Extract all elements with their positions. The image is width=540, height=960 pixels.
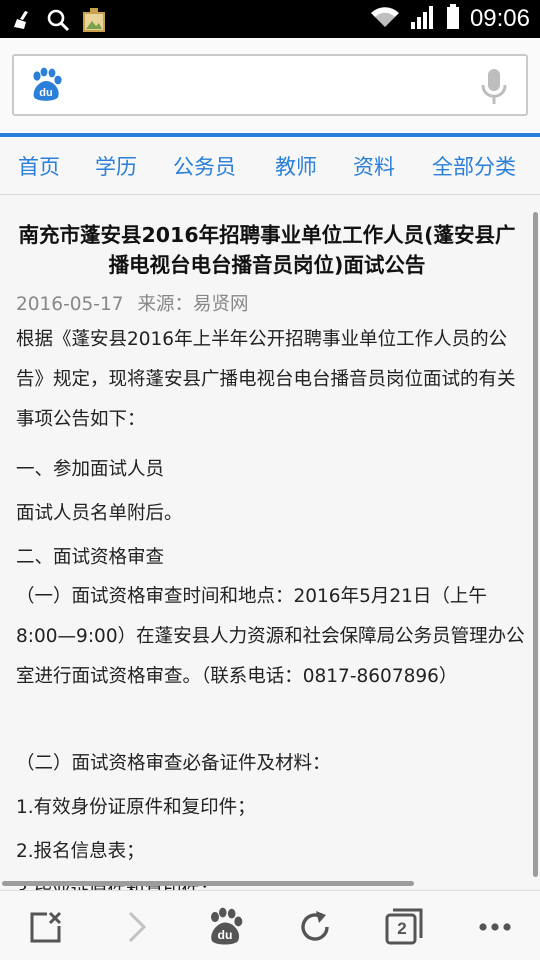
article-paragraph: 面试人员名单附后。 — [16, 503, 183, 524]
article-paragraph: （一）面试资格审查时间和地点：2016年5月21日（上午8:00—9:00）在蓬… — [16, 586, 525, 687]
nav-item-all-categories[interactable]: 全部分类 — [432, 151, 516, 181]
search-box[interactable]: du — [12, 54, 528, 116]
battery-icon — [446, 4, 460, 34]
close-tab-icon[interactable] — [24, 905, 68, 949]
nav-item-teacher[interactable]: 教师 — [275, 151, 317, 181]
baidu-logo-icon[interactable]: du — [28, 67, 64, 103]
forward-icon[interactable] — [115, 905, 159, 949]
article-paragraph: 一、参加面试人员 — [16, 459, 165, 480]
wifi-icon — [370, 5, 400, 33]
nav-item-civil-service[interactable]: 公务员 — [173, 151, 236, 181]
article-meta: 2016-05-17 来源：易贤网 — [16, 290, 249, 316]
refresh-icon[interactable] — [293, 905, 337, 949]
toolbar-logo-text: du — [218, 928, 233, 942]
article-date: 2016-05-17 — [16, 294, 124, 315]
tab-count: 2 — [397, 919, 407, 938]
bottom-toolbar: du 2 — [0, 890, 540, 960]
broom-icon — [12, 9, 34, 35]
baidu-paw-icon[interactable]: du — [203, 905, 247, 949]
tabs-icon[interactable]: 2 — [382, 905, 426, 949]
search-bar: du — [0, 38, 540, 134]
article-source: 来源：易贤网 — [137, 294, 249, 315]
vertical-scrollbar[interactable] — [533, 212, 538, 877]
clock: 09:06 — [469, 5, 530, 32]
microphone-icon[interactable] — [480, 68, 508, 106]
signal-icon — [410, 4, 436, 34]
article-paragraph: 2.报名信息表； — [16, 841, 145, 862]
more-icon[interactable] — [473, 905, 517, 949]
article-paragraph: 根据《蓬安县2016年上半年公开招聘事业单位工作人员的公告》规定，现将蓬安县广播… — [16, 329, 516, 430]
status-bar: 09:06 — [0, 0, 540, 38]
search-icon — [46, 8, 70, 36]
article-title: 南充市蓬安县2016年招聘事业单位工作人员(蓬安县广播电视台电台播音员岗位)面试… — [18, 223, 516, 277]
category-nav: 首页 学历 公务员 教师 资料 全部分类 — [0, 137, 540, 195]
article-paragraph: 1.有效身份证原件和复印件； — [16, 797, 256, 818]
article-paragraph: （二）面试资格审查必备证件及材料： — [16, 753, 331, 774]
article: 南充市蓬安县2016年招聘事业单位工作人员(蓬安县广播电视台电台播音员岗位)面试… — [0, 196, 540, 890]
baidu-logo-text: du — [39, 87, 52, 99]
search-input[interactable] — [76, 66, 456, 106]
article-paragraph: 二、面试资格审查 — [16, 547, 165, 568]
horizontal-scrollbar[interactable] — [2, 881, 414, 886]
nav-item-materials[interactable]: 资料 — [353, 151, 395, 181]
nav-item-education[interactable]: 学历 — [95, 151, 137, 181]
nav-item-home[interactable]: 首页 — [18, 151, 60, 181]
image-icon — [82, 7, 106, 37]
